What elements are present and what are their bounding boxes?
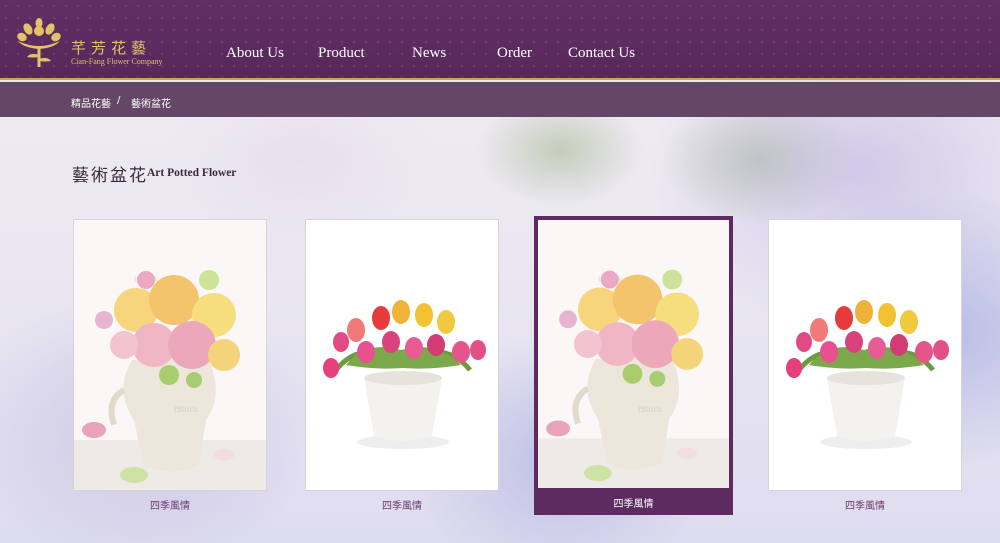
tulip-pot-image [306, 220, 498, 490]
watermark: iStock [598, 275, 623, 284]
nav-about-us[interactable]: About Us [226, 45, 284, 62]
product-label: 四季風情 [845, 501, 885, 512]
product-card[interactable]: iStock iStock 四季風情 [73, 219, 267, 515]
breadcrumb-item-2[interactable]: 藝術盆花 [131, 95, 171, 110]
product-card[interactable]: 四季風情 [305, 219, 499, 515]
watermark: iStock [174, 405, 199, 414]
nav-order[interactable]: Order [497, 45, 532, 62]
page-title-cn: 藝術盆花 [72, 166, 148, 186]
product-image: iStock iStock [537, 219, 730, 489]
rose-bouquet-image [74, 220, 266, 490]
tulip-pot-image [769, 220, 961, 490]
watermark: iStock [134, 275, 159, 284]
brand-name-cn: 芊芳花藝 [71, 39, 152, 57]
product-label: 四季風情 [382, 501, 422, 512]
breadcrumb-separator: / [117, 95, 121, 106]
product-label: 四季風情 [613, 499, 654, 510]
logo[interactable]: 芊芳花藝 Cian-Fang Flower Company [14, 17, 164, 69]
brand-name-en: Cian-Fang Flower Company [71, 57, 163, 66]
breadcrumb-item-1[interactable]: 精品花藝 [71, 95, 111, 110]
product-label: 四季風情 [150, 501, 190, 512]
site-header: 芊芳花藝 Cian-Fang Flower Company About Us P… [0, 0, 1000, 80]
product-card[interactable]: 四季風情 [768, 219, 962, 515]
lotus-logo-icon [17, 18, 61, 67]
product-card-active[interactable]: iStock iStock 四季風情 [534, 216, 733, 515]
nav-contact-us[interactable]: Contact Us [568, 45, 635, 62]
product-image [305, 219, 499, 491]
nav-product[interactable]: Product [318, 45, 365, 62]
product-image: iStock iStock [73, 219, 267, 491]
nav-news[interactable]: News [412, 45, 446, 62]
page-title-en: Art Potted Flower [147, 167, 237, 179]
watermark: iStock [638, 405, 663, 414]
rose-bouquet-image [538, 220, 729, 488]
product-image [768, 219, 962, 491]
breadcrumb: 精品花藝 / 藝術盆花 [0, 82, 1000, 117]
